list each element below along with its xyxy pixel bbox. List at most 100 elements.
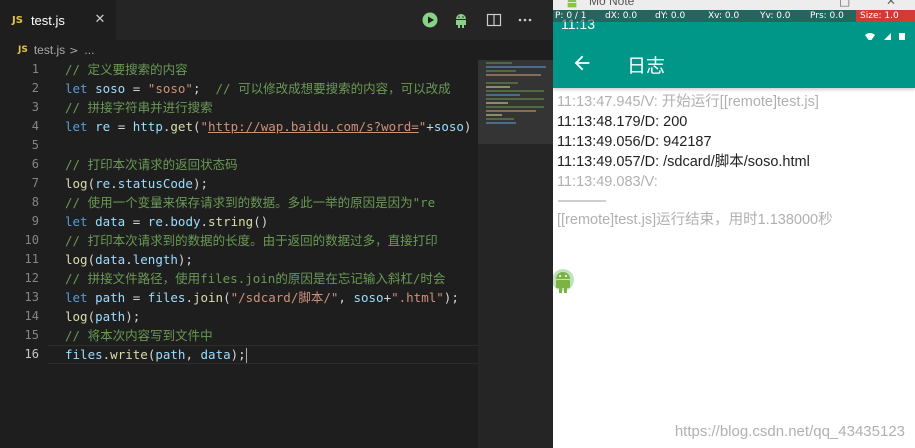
code-token: ); [192, 176, 209, 191]
code-token: . [110, 176, 118, 191]
pointer-dx: dX: 0.0 [605, 11, 638, 21]
code-line[interactable]: // 打印本次请求到的数据的长度。由于返回的数据过多，直接打印 [65, 231, 478, 250]
line-number: 9 [31, 214, 39, 228]
split-editor-icon[interactable] [486, 12, 502, 28]
more-actions-icon[interactable] [517, 12, 533, 28]
code-token: string [208, 214, 254, 229]
breadcrumb-file[interactable]: test.js [34, 43, 65, 57]
page-title: 日志 [627, 55, 666, 77]
maximize-icon[interactable]: □ [839, 0, 850, 8]
line-number: 5 [31, 138, 39, 152]
breadcrumb-symbol[interactable]: ... [84, 43, 94, 57]
minimap-line [486, 74, 541, 76]
code-line[interactable]: // 打印本次请求的返回状态码 [65, 155, 478, 174]
code-token: let [65, 290, 88, 305]
code-token: join [192, 290, 224, 305]
code-line[interactable]: log(data.length); [65, 250, 478, 269]
code-token: // 拼接字符串并进行搜索 [65, 100, 213, 115]
code-token: data [200, 347, 231, 362]
tab-title: test.js [30, 12, 65, 28]
code-token: soso [95, 81, 126, 96]
minimap[interactable] [478, 60, 553, 448]
line-number: 11 [24, 252, 39, 266]
code-token: log [65, 309, 88, 324]
run-icon[interactable] [422, 12, 438, 28]
code-lines[interactable]: // 定义要搜索的内容 let soso = "soso"; // 可以修改成想要… [65, 60, 478, 364]
code-token: "soso" [147, 81, 193, 96]
code-token: // 打印本次请求的返回状态码 [65, 157, 238, 172]
code-line[interactable]: // 使用一个变量来保存请求到的数据。多此一举的原因是因为"re [65, 193, 478, 212]
code-token: log [65, 176, 88, 191]
emulator-title-bar: Mo Note □ ✕ [553, 0, 915, 10]
code-line[interactable]: // 拼接文件路径，使用files.join的原因是在忘记输入斜杠/时会 [65, 269, 478, 288]
code-token: statusCode [117, 176, 193, 191]
emulator-title: Mo Note [589, 0, 635, 8]
code-token: + [426, 119, 434, 134]
close-icon[interactable]: ✕ [92, 12, 108, 28]
code-editor: JS test.js ✕ JS test.js > ... 1 2 3 4 5 … [0, 0, 553, 448]
code-token: re [95, 119, 111, 134]
android-run-icon[interactable] [453, 12, 469, 28]
code-token: soso [433, 119, 464, 134]
code-token: . [125, 252, 133, 267]
log-divider [558, 200, 606, 202]
app-toolbar: 日志 [553, 40, 915, 88]
code-token: , [185, 347, 201, 362]
code-line[interactable]: let soso = "soso"; // 可以修改成想要搜索的内容，可以改成 [65, 79, 478, 98]
pointer-xv: Xv: 0.0 [708, 11, 740, 21]
minimap-line [486, 118, 514, 120]
pointer-prs: Prs: 0.0 [810, 11, 844, 21]
code-token: " [200, 119, 209, 134]
code-line[interactable]: // 拼接字符串并进行搜索 [65, 98, 478, 117]
code-token: ); [125, 309, 141, 324]
code-line[interactable] [65, 136, 478, 155]
log-entry: 11:13:49.083/V: [557, 174, 658, 190]
code-token: // 使用一个变量来保存请求到的数据。多此一举的原因是因为"re [65, 195, 436, 210]
android-float-icon[interactable] [553, 266, 577, 298]
code-line[interactable]: log(path); [65, 307, 478, 326]
code-token: soso [353, 290, 384, 305]
code-token: , [338, 290, 354, 305]
minimap-line [486, 110, 536, 112]
watermark: https://blog.csdn.net/qq_43435123 [674, 423, 905, 440]
editor-tab-bar: JS test.js ✕ [0, 0, 553, 40]
code-token: // 拼接文件路径，使用files.join的原因是在忘记输入斜杠/时会 [65, 271, 446, 286]
code-token: get [170, 119, 193, 134]
chevron-right-icon: > [69, 43, 79, 57]
line-number: 14 [24, 309, 39, 323]
line-number: 1 [31, 62, 39, 76]
code-line[interactable]: let re = http.get("http://wap.baidu.com/… [65, 117, 478, 136]
tab-test-js[interactable]: JS test.js ✕ [0, 0, 116, 40]
code-line[interactable]: // 定义要搜索的内容 [65, 60, 478, 79]
line-number: 16 [24, 347, 39, 361]
code-token: = [125, 214, 148, 229]
code-token: files [147, 290, 186, 305]
code-token: "/sdcard/脚本/" [230, 290, 339, 305]
code-token: log [65, 252, 88, 267]
code-area[interactable]: 1 2 3 4 5 6 7 8 9 10 11 12 13 14 15 16 // 定义要搜索的内容 let s… [0, 60, 478, 448]
minimap-line [486, 106, 544, 108]
code-token: // 定义要搜索的内容 [65, 62, 188, 77]
code-line[interactable]: files.write(path, data); [65, 345, 478, 364]
log-end-line: [[remote]test.js]运行结束，用时1.138000秒 [557, 212, 833, 228]
code-token: = [125, 81, 148, 96]
code-token: ); [443, 290, 459, 305]
code-line[interactable]: let data = re.body.string() [65, 212, 478, 231]
code-token: + [383, 290, 392, 305]
minimap-line [486, 70, 516, 72]
js-file-icon: JS [18, 45, 28, 55]
code-token: ".html" [391, 290, 444, 305]
code-line[interactable]: // 将本次内容写到文件中 [65, 326, 478, 345]
close-icon[interactable]: ✕ [886, 0, 896, 8]
code-line[interactable]: let path = files.join("/sdcard/脚本/", sos… [65, 288, 478, 307]
minimap-line [486, 98, 544, 100]
code-line[interactable]: log(re.statusCode); [65, 174, 478, 193]
minimap-line [486, 90, 544, 92]
code-token: ( [223, 290, 231, 305]
back-arrow-icon[interactable] [571, 52, 593, 74]
code-token: // 打印本次请求到的数据的长度。由于返回的数据过多，直接打印 [65, 233, 438, 248]
pointer-dy: dY: 0.0 [655, 11, 686, 21]
